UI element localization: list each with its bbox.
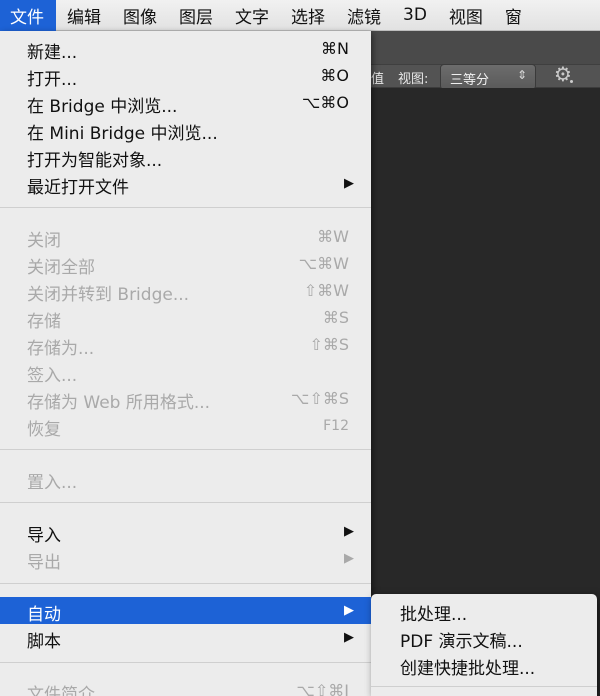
menu-separator — [0, 449, 371, 450]
menu-item-close-all: 关闭全部 ⌥⌘W — [0, 250, 371, 278]
menu-layer[interactable]: 图层 — [168, 0, 224, 31]
menu-item-shortcut: ⌥⇧⌘S — [291, 389, 349, 408]
submenu-item-create-droplet[interactable]: 创建快捷批处理... — [371, 651, 597, 679]
menu-bar: 文件 编辑 图像 图层 文字 选择 滤镜 3D 视图 窗 — [0, 0, 600, 31]
view-select-value: 三等分 — [450, 73, 490, 88]
menu-item-label: 在 Bridge 中浏览... — [27, 97, 178, 117]
menu-window[interactable]: 窗 — [494, 0, 533, 31]
menu-item-save-as: 存储为... ⇧⌘S — [0, 331, 371, 359]
view-select[interactable]: 三等分 ⇕ — [440, 64, 536, 90]
menu-item-label: 恢复 — [27, 420, 61, 440]
menu-separator — [0, 583, 371, 584]
menu-item-new[interactable]: 新建... ⌘N — [0, 35, 371, 63]
menu-item-browse-mini-bridge[interactable]: 在 Mini Bridge 中浏览... — [0, 116, 371, 144]
menu-item-check-in: 签入... — [0, 358, 371, 386]
menu-item-close-go-bridge: 关闭并转到 Bridge... ⇧⌘W — [0, 277, 371, 305]
menu-item-label: 文件简介... — [27, 685, 112, 696]
menu-3d[interactable]: 3D — [392, 0, 438, 31]
submenu-item-batch[interactable]: 批处理... — [371, 597, 597, 625]
view-label: 视图: — [398, 72, 429, 87]
menu-item-label: 在 Mini Bridge 中浏览... — [27, 124, 218, 144]
submenu-arrow-icon: ▶ — [344, 524, 354, 539]
menu-item-shortcut: ⌘N — [321, 39, 349, 58]
options-bar: 值 视图: 三等分 ⇕ ⚙ — [371, 31, 600, 90]
menu-item-save: 存储 ⌘S — [0, 304, 371, 332]
menu-view[interactable]: 视图 — [438, 0, 494, 31]
menu-item-label: 导出 — [27, 553, 61, 573]
menu-item-label: 自动 — [27, 605, 61, 625]
stepper-icon: ⇕ — [516, 68, 527, 82]
menu-item-open[interactable]: 打开... ⌘O — [0, 62, 371, 90]
menu-item-save-for-web: 存储为 Web 所用格式... ⌥⇧⌘S — [0, 385, 371, 413]
menu-item-shortcut: ⇧⌘W — [303, 281, 349, 300]
menu-item-scripts[interactable]: 脚本 ▶ — [0, 624, 371, 652]
file-menu: 新建... ⌘N 打开... ⌘O 在 Bridge 中浏览... ⌥⌘O 在 … — [0, 31, 371, 696]
menu-item-browse-bridge[interactable]: 在 Bridge 中浏览... ⌥⌘O — [0, 89, 371, 117]
menu-item-revert: 恢复 F12 — [0, 412, 371, 440]
options-row: 值 视图: 三等分 ⇕ ⚙ — [371, 62, 600, 90]
submenu-arrow-icon: ▶ — [344, 630, 354, 645]
menu-item-close: 关闭 ⌘W — [0, 223, 371, 251]
submenu-arrow-icon: ▶ — [344, 603, 354, 618]
submenu-item-label: PDF 演示文稿... — [400, 632, 523, 652]
menu-item-shortcut: ⌘S — [322, 308, 349, 327]
menu-item-label: 打开... — [27, 70, 78, 90]
menu-select[interactable]: 选择 — [280, 0, 336, 31]
menu-item-label: 导入 — [27, 526, 61, 546]
automate-submenu: 批处理... PDF 演示文稿... 创建快捷批处理... — [371, 594, 597, 696]
menu-item-shortcut: ⌥⌘W — [298, 254, 349, 273]
menu-item-label: 关闭全部 — [27, 258, 95, 278]
dropdown-dot-icon — [570, 80, 573, 83]
menu-image[interactable]: 图像 — [112, 0, 168, 31]
menu-item-label: 存储 — [27, 312, 61, 332]
menu-item-export: 导出 ▶ — [0, 545, 371, 573]
menu-separator — [0, 662, 371, 663]
menu-separator — [0, 502, 371, 503]
menu-type[interactable]: 文字 — [224, 0, 280, 31]
title-strip — [371, 31, 600, 65]
menu-filter[interactable]: 滤镜 — [336, 0, 392, 31]
menu-item-shortcut: F12 — [323, 418, 349, 434]
menu-item-label: 置入... — [27, 473, 78, 493]
submenu-item-label: 创建快捷批处理... — [400, 659, 536, 679]
menu-item-shortcut: ⌘W — [317, 227, 349, 246]
menu-item-label: 打开为智能对象... — [27, 151, 163, 171]
menu-item-label: 签入... — [27, 366, 78, 386]
menu-item-label: 关闭并转到 Bridge... — [27, 285, 190, 305]
menu-item-label: 脚本 — [27, 632, 61, 652]
menu-item-shortcut: ⌥⌘O — [301, 93, 349, 112]
submenu-item-label: 批处理... — [400, 605, 468, 625]
options-cut-label: 值 — [371, 72, 385, 87]
gear-icon[interactable]: ⚙ — [554, 62, 573, 86]
menu-item-automate[interactable]: 自动 ▶ — [0, 597, 371, 625]
menu-separator — [0, 207, 371, 208]
menu-item-shortcut: ⌥⇧⌘I — [296, 681, 349, 696]
submenu-item-pdf-presentation[interactable]: PDF 演示文稿... — [371, 624, 597, 652]
menu-separator — [371, 686, 597, 687]
menu-item-label: 最近打开文件 — [27, 178, 129, 198]
menu-item-label: 关闭 — [27, 231, 61, 251]
submenu-arrow-icon: ▶ — [344, 551, 354, 566]
menu-edit[interactable]: 编辑 — [56, 0, 112, 31]
submenu-arrow-icon: ▶ — [344, 176, 354, 191]
menu-file[interactable]: 文件 — [0, 0, 56, 31]
menu-item-label: 存储为 Web 所用格式... — [27, 393, 211, 413]
menu-item-shortcut: ⇧⌘S — [309, 335, 349, 354]
menu-item-place: 置入... — [0, 465, 371, 493]
menu-item-file-info: 文件简介... ⌥⇧⌘I — [0, 677, 371, 696]
menu-item-import[interactable]: 导入 ▶ — [0, 518, 371, 546]
menu-item-label: 新建... — [27, 43, 78, 63]
menu-item-recent-files[interactable]: 最近打开文件 ▶ — [0, 170, 371, 198]
menu-item-label: 存储为... — [27, 339, 95, 359]
menu-item-shortcut: ⌘O — [320, 66, 349, 85]
menu-item-open-smart-object[interactable]: 打开为智能对象... — [0, 143, 371, 171]
